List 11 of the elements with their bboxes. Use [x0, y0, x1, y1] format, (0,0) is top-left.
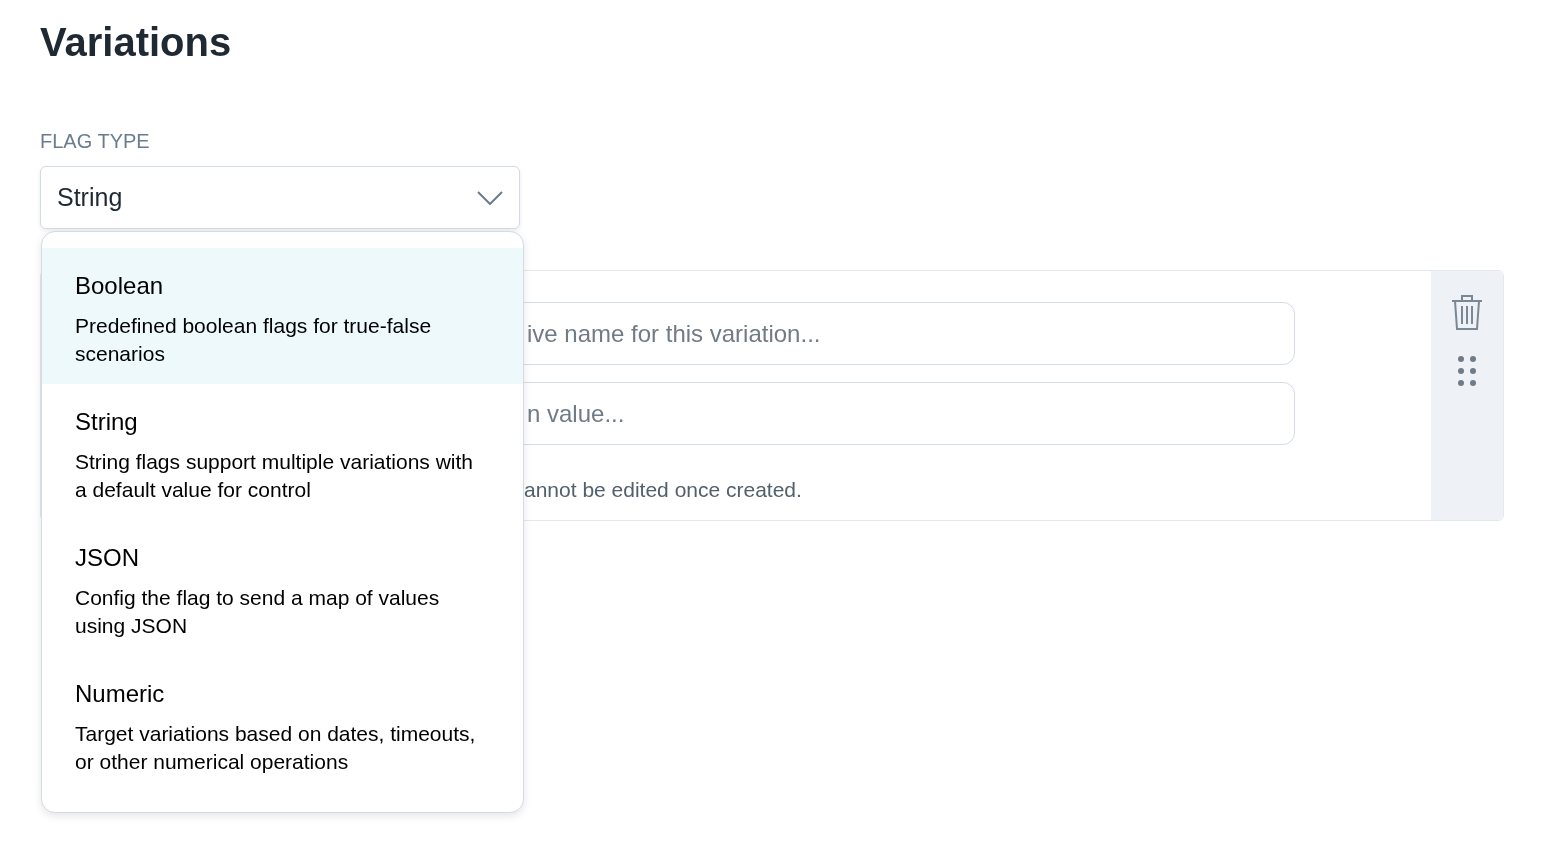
trash-icon[interactable]: [1450, 293, 1484, 331]
dropdown-option[interactable]: String String flags support multiple variations with a default value for control: [42, 384, 523, 520]
field-label: FLAG TYPE: [40, 129, 150, 154]
drag-handle-icon[interactable]: [1457, 355, 1477, 387]
dropdown-option[interactable]: Boolean Predefined boolean flags for true-false scenarios: [42, 248, 523, 384]
flag-type-select[interactable]: String: [40, 166, 520, 229]
dropdown-option[interactable]: Numeric Target variations based on dates, timeouts, or other numerical operations: [42, 656, 523, 792]
page-title: Variations: [40, 19, 233, 66]
chevron-icon: [477, 190, 503, 205]
helper-text: annot be edited once created.: [524, 477, 802, 503]
dropdown-option[interactable]: JSON Config the flag to send a map of values using JSON: [42, 520, 523, 656]
